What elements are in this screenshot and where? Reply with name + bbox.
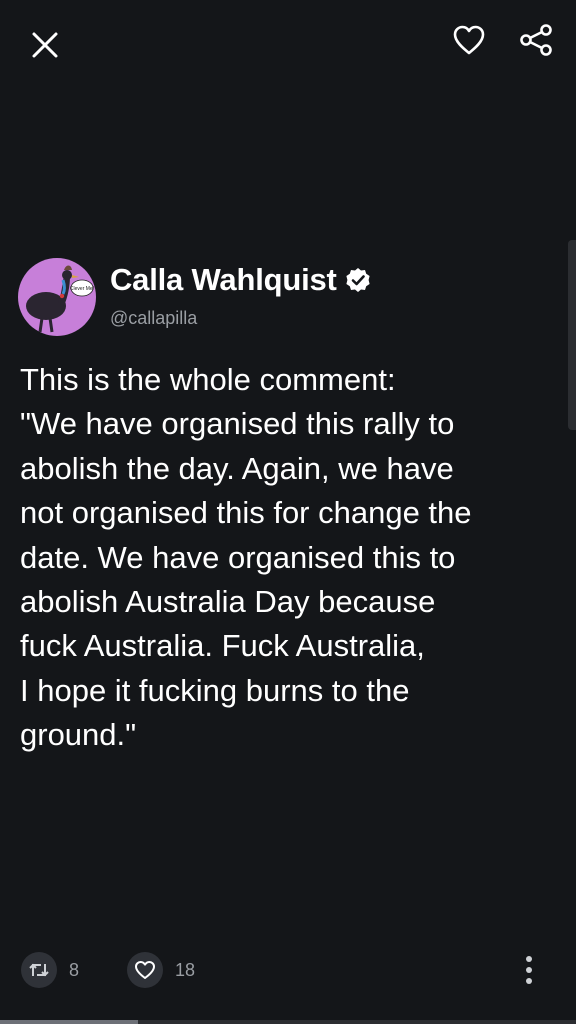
action-bar: 8 18 bbox=[0, 940, 576, 1002]
cassowary-avatar-art: Clever Me! bbox=[26, 265, 94, 333]
more-vertical-icon bbox=[526, 956, 532, 984]
retweet-button[interactable]: 8 bbox=[21, 952, 79, 988]
tweet-line: date. We have organised this to bbox=[20, 539, 456, 575]
avatar-bubble-text: Clever Me! bbox=[70, 286, 94, 292]
tweet-line: ground." bbox=[20, 717, 137, 753]
author-handle[interactable]: @callapilla bbox=[110, 308, 197, 329]
name-row: Calla Wahlquist bbox=[110, 262, 371, 298]
media-progress-bar[interactable] bbox=[0, 1020, 576, 1024]
top-bar bbox=[0, 0, 576, 90]
retweet-icon bbox=[21, 952, 57, 988]
tweet-line: fuck Australia. Fuck Australia, bbox=[20, 628, 425, 664]
retweet-count: 8 bbox=[69, 959, 80, 980]
tweet-line: "We have organised this rally to bbox=[20, 406, 455, 442]
heart-outline-icon bbox=[127, 952, 163, 988]
more-options-button[interactable] bbox=[514, 952, 544, 988]
tweet-viewer-screen: Clever Me! Calla Wahlquist @callapilla T… bbox=[0, 0, 576, 1024]
close-button[interactable] bbox=[24, 24, 66, 66]
author-header: Clever Me! Calla Wahlquist @callapilla bbox=[18, 256, 538, 338]
share-icon bbox=[520, 24, 552, 56]
close-icon bbox=[32, 32, 58, 58]
author-name[interactable]: Calla Wahlquist bbox=[110, 262, 337, 298]
like-button[interactable]: 18 bbox=[127, 952, 195, 988]
heart-outline-icon bbox=[453, 25, 485, 55]
media-progress-fill bbox=[0, 1020, 139, 1024]
share-button[interactable] bbox=[515, 20, 557, 60]
avatar[interactable]: Clever Me! bbox=[18, 258, 96, 336]
tweet-line: abolish Australia Day because bbox=[20, 584, 436, 620]
tweet-line: This is the whole comment: bbox=[20, 362, 396, 397]
tweet-line: I hope it fucking burns to the bbox=[20, 672, 410, 708]
scroll-edge-handle[interactable] bbox=[568, 240, 576, 430]
tweet-line: abolish the day. Again, we have bbox=[20, 450, 454, 486]
like-count: 18 bbox=[175, 959, 196, 980]
tweet-line: not organised this for change the bbox=[20, 495, 472, 531]
like-top-button[interactable] bbox=[449, 20, 489, 60]
tweet-text: This is the whole comment: "We have orga… bbox=[20, 358, 550, 758]
verified-badge-icon bbox=[345, 267, 371, 293]
